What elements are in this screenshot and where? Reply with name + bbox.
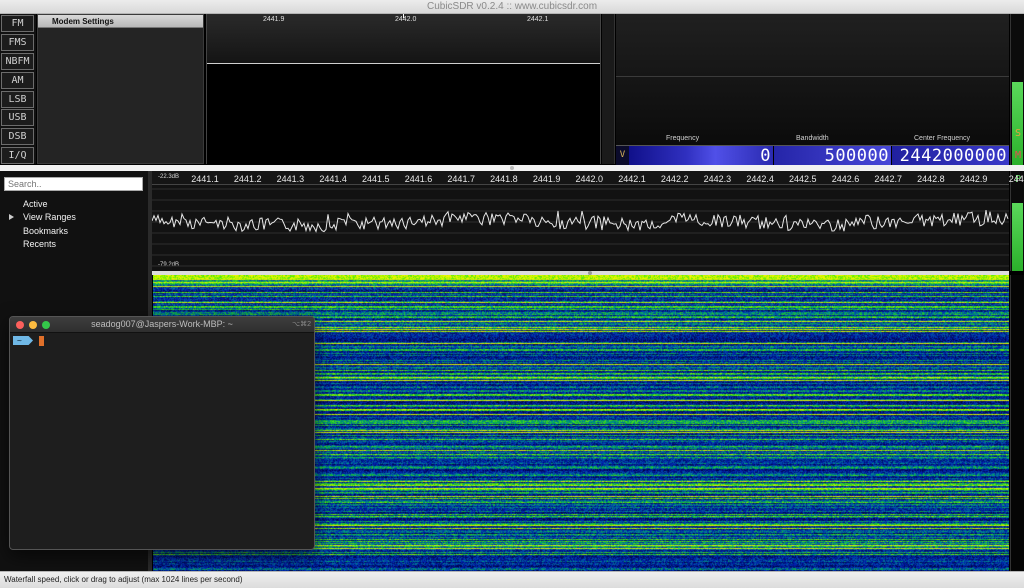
demod-tick: 2442.0 — [395, 16, 417, 23]
frequency-labels: Frequency Bandwidth Center Frequency — [616, 133, 1009, 145]
splitter-grip — [510, 166, 514, 170]
bandwidth-display[interactable]: 500000 — [773, 146, 891, 166]
bookmark-item-bookmarks[interactable]: Bookmarks — [23, 226, 68, 236]
terminal-title: seadog007@Jaspers-Work-MBP: ~ — [91, 319, 233, 329]
signal-meter-area[interactable] — [616, 14, 1009, 146]
prompt-path: ~ — [13, 336, 33, 345]
center-frequency-display[interactable]: 2442000000 — [891, 146, 1009, 166]
spectrum-grid — [152, 188, 1009, 267]
terminal-shortcut: ⌥⌘2 — [292, 321, 311, 328]
bandwidth-label: Bandwidth — [796, 135, 829, 142]
modem-settings-panel: Modem Settings — [37, 14, 204, 164]
mode-button-fms[interactable]: FMS — [1, 33, 34, 51]
demod-spectrum[interactable]: 2441.9 2442.0 2442.1 — [207, 14, 600, 64]
meter-divider — [616, 76, 1009, 77]
demod-scope[interactable]: 2441.9 2442.0 2442.1 — [206, 14, 601, 164]
frequency-tick: 244 — [1008, 174, 1024, 184]
status-text: Waterfall speed, click or drag to adjust… — [4, 575, 243, 584]
mode-button-iq[interactable]: I/Q — [1, 147, 34, 165]
demod-tick: 2441.9 — [263, 16, 285, 23]
spectrum-gain-meter[interactable]: P — [1010, 171, 1024, 271]
mode-button-usb[interactable]: USB — [1, 109, 34, 127]
text-cursor[interactable] — [39, 336, 44, 346]
terminal-window[interactable]: seadog007@Jaspers-Work-MBP: ~ ⌥⌘2 ~ — [9, 316, 315, 550]
demod-mode-panel: FM FMS NBFM AM LSB USB DSB I/Q — [0, 14, 36, 165]
bookmark-item-view-ranges[interactable]: View Ranges — [23, 212, 76, 222]
mode-button-dsb[interactable]: DSB — [1, 128, 34, 146]
modem-settings-header[interactable]: Modem Settings — [38, 15, 203, 28]
mute-label: M — [1014, 150, 1022, 161]
frequency-label: Frequency — [666, 135, 700, 142]
status-bar: Waterfall speed, click or drag to adjust… — [0, 571, 1024, 588]
terminal-title-bar[interactable]: seadog007@Jaspers-Work-MBP: ~ ⌥⌘2 — [10, 317, 314, 333]
demod-tick: 2442.1 — [527, 16, 549, 23]
bookmark-search-input[interactable] — [4, 177, 143, 191]
center-frequency-label: Center Frequency — [914, 135, 971, 142]
spectrum-trace — [152, 188, 1009, 267]
mode-button-nbfm[interactable]: NBFM — [1, 52, 34, 70]
spectrum-view[interactable]: 2441.1 2441.2 2441.3 2441.4 2441.5 2441.6 2441… — [152, 171, 1024, 271]
mode-button-fm[interactable]: FM — [1, 15, 34, 32]
bookmark-item-recents[interactable]: Recents — [23, 239, 56, 249]
waterfall-speed-meter[interactable] — [1010, 275, 1024, 571]
gain-strip[interactable] — [602, 14, 615, 164]
bookmark-item-active[interactable]: Active — [23, 199, 48, 209]
volume-label: V — [616, 146, 629, 165]
expand-arrow-icon[interactable] — [9, 214, 14, 220]
mode-button-lsb[interactable]: LSB — [1, 90, 34, 108]
squelch-meter[interactable]: S M — [1010, 14, 1024, 166]
spectrum-line — [152, 210, 1009, 233]
squelch-label: S — [1014, 128, 1022, 139]
frequency-display-row: V 0 500000 2442000000 — [616, 146, 1009, 166]
demod-center-marker — [403, 14, 404, 18]
spectrum-gain-fill — [1012, 203, 1023, 271]
window-title: CubicSDR v0.2.4 :: www.cubicsdr.com — [426, 1, 598, 12]
frequency-display[interactable]: 0 — [629, 146, 773, 166]
window-title-bar[interactable]: CubicSDR v0.2.4 :: www.cubicsdr.com — [0, 0, 1024, 14]
mode-button-am[interactable]: AM — [1, 71, 34, 89]
